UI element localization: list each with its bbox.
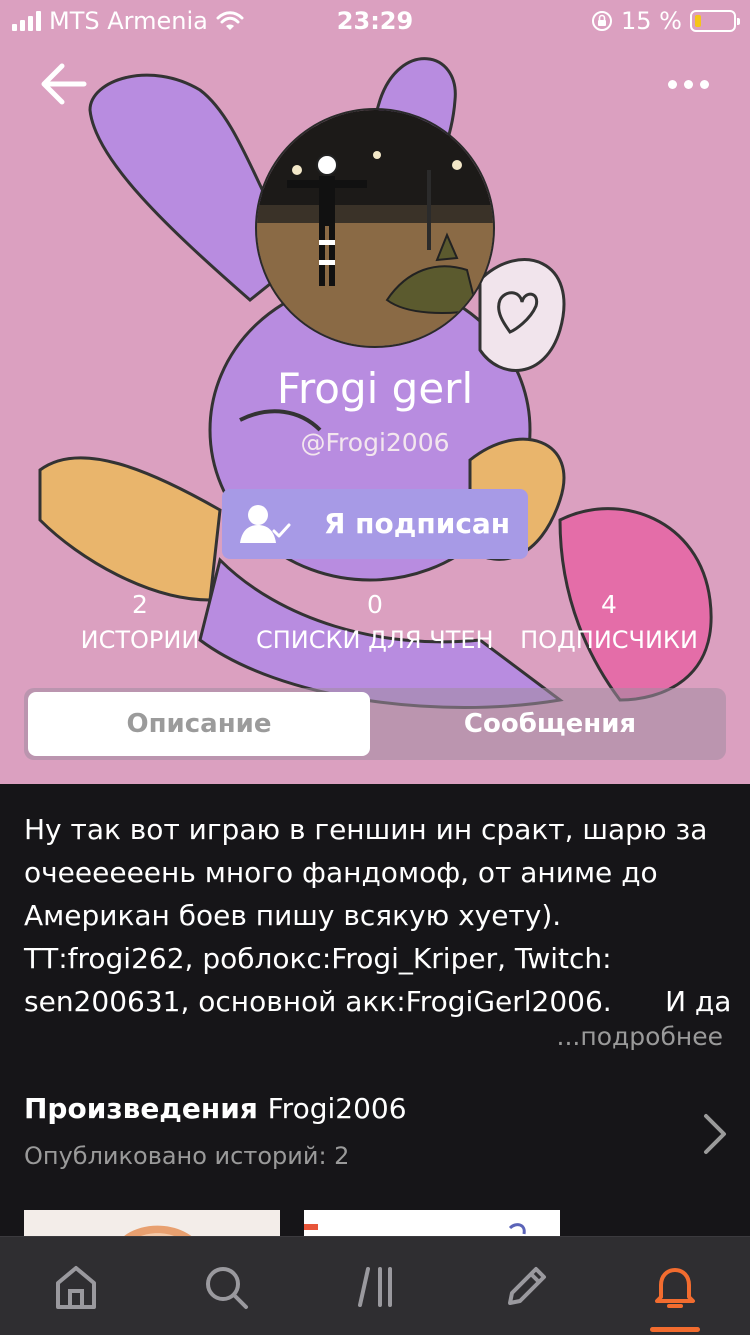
- read-more-link[interactable]: ...подробнее: [557, 1022, 723, 1051]
- orientation-lock-icon: [592, 11, 613, 31]
- profile-avatar[interactable]: [255, 108, 495, 348]
- works-title-user: Frogi2006: [267, 1092, 407, 1125]
- works-open-button[interactable]: [702, 1112, 728, 1160]
- avatar-image: [257, 110, 493, 346]
- following-button[interactable]: Я подписан: [222, 489, 528, 559]
- arrow-left-icon: [41, 63, 87, 105]
- chevron-right-icon: [704, 1114, 726, 1154]
- stat-reading-lists-value: 0: [367, 590, 383, 619]
- stat-reading-lists[interactable]: 0 СПИСКИ ДЛЯ ЧТЕНИ: [256, 590, 494, 660]
- description-line: sen200631, основной акк:FrogiGerl2006. И…: [24, 985, 732, 1018]
- stat-stories-label: ИСТОРИИ: [80, 626, 200, 654]
- profile-username: @Frogi2006: [300, 428, 450, 457]
- dot-icon: [700, 79, 709, 89]
- search-icon: [206, 1267, 248, 1309]
- battery-percent: 15 %: [621, 7, 682, 35]
- works-published-count: Опубликовано историй: 2: [24, 1142, 350, 1170]
- dot-icon: [684, 79, 693, 89]
- stat-stories[interactable]: 2 ИСТОРИИ: [60, 590, 220, 660]
- profile-display-name: Frogi gerl: [276, 364, 474, 413]
- description-line: очееееeень много фандомоф, от аниме до: [24, 856, 658, 889]
- dot-icon: [668, 79, 677, 89]
- profile-stats: 2 ИСТОРИИ 0 СПИСКИ ДЛЯ ЧТЕНИ 4 ПОДПИСЧИК…: [0, 590, 750, 660]
- stat-stories-value: 2: [132, 590, 148, 619]
- works-section-title[interactable]: Произведения Frogi2006: [24, 1092, 407, 1125]
- profile-description: Ну так вот играю в геншин ин сракт, шарю…: [24, 808, 732, 1023]
- pencil-icon: [508, 1267, 546, 1305]
- stat-followers[interactable]: 4 ПОДПИСЧИКИ: [518, 590, 700, 660]
- status-bar: MTS Armenia 23:29 15 %: [0, 0, 750, 40]
- description-line: ТТ:frogi262, роблокс:Frogi_Kriper, Twitc…: [24, 942, 612, 975]
- more-options-button[interactable]: [668, 72, 710, 96]
- library-icon: [358, 1267, 392, 1307]
- tab-description[interactable]: Описание: [28, 692, 370, 756]
- bell-icon: [655, 1268, 695, 1308]
- nav-library[interactable]: [348, 1259, 404, 1315]
- nav-home[interactable]: [48, 1259, 104, 1315]
- battery-icon: [690, 10, 740, 32]
- home-icon: [56, 1266, 96, 1309]
- status-right-group: 15 %: [591, 7, 740, 35]
- works-title-label: Произведения: [24, 1092, 258, 1125]
- nav-write[interactable]: [498, 1259, 554, 1315]
- stat-followers-label: ПОДПИСЧИКИ: [520, 626, 698, 654]
- back-button[interactable]: [38, 60, 90, 108]
- user-check-icon: [240, 505, 291, 543]
- nav-search[interactable]: [198, 1259, 254, 1315]
- following-label: Я подписан: [323, 507, 511, 540]
- description-line: Американ боев пишу всякую хуету).: [24, 899, 562, 932]
- stat-reading-lists-label: СПИСКИ ДЛЯ ЧТЕНИ: [256, 626, 494, 654]
- stat-followers-value: 4: [601, 590, 617, 619]
- profile-tabs: Описание Сообщения: [24, 688, 726, 760]
- nav-notifications[interactable]: [647, 1259, 703, 1315]
- tab-messages[interactable]: Сообщения: [378, 692, 722, 756]
- active-tab-indicator: [650, 1327, 700, 1332]
- bottom-navigation: [0, 1236, 750, 1335]
- profile-header: MTS Armenia 23:29 15 % Frogi gerl @Frogi…: [0, 0, 750, 784]
- description-line: Ну так вот играю в геншин ин сракт, шарю…: [24, 813, 708, 846]
